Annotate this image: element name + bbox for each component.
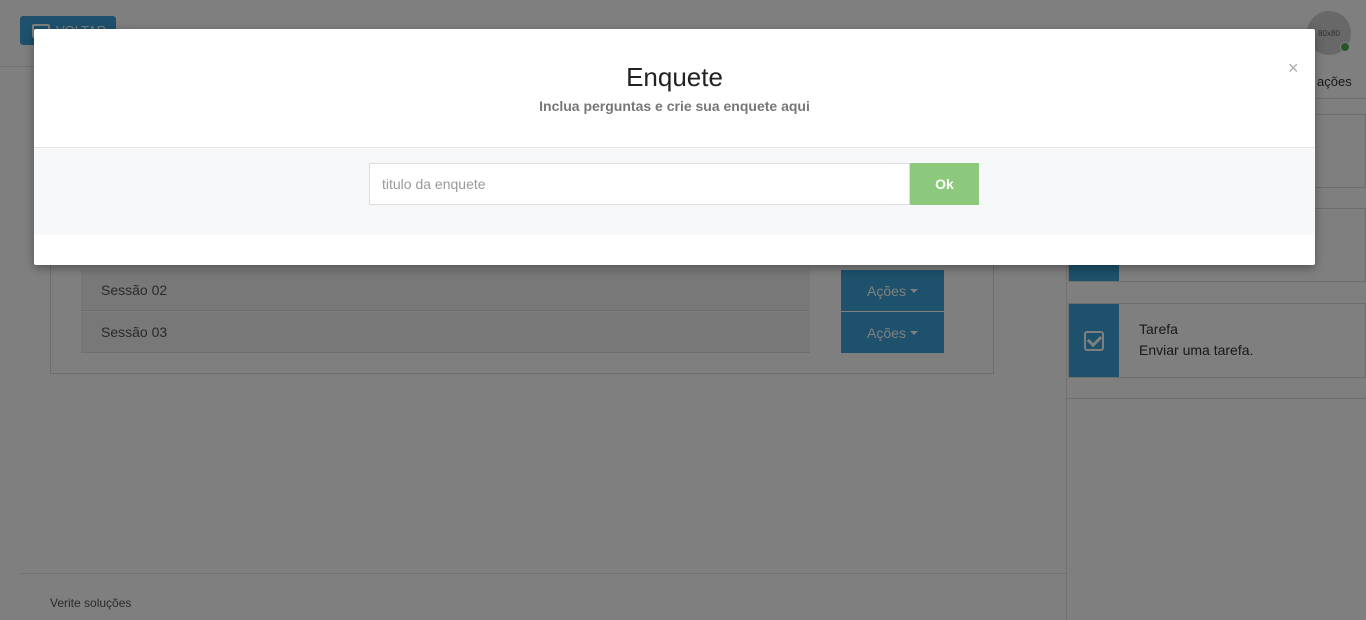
modal-subtitle: Inclua perguntas e crie sua enquete aqui [539, 98, 810, 114]
poll-modal: Enquete Inclua perguntas e crie sua enqu… [34, 29, 1315, 265]
ok-button[interactable]: Ok [910, 163, 979, 205]
poll-title-input[interactable] [369, 163, 910, 205]
modal-body: Ok [34, 148, 1315, 235]
modal-header: Enquete Inclua perguntas e crie sua enqu… [34, 29, 1315, 148]
modal-title: Enquete [626, 62, 723, 92]
close-icon[interactable]: × [1288, 58, 1299, 79]
